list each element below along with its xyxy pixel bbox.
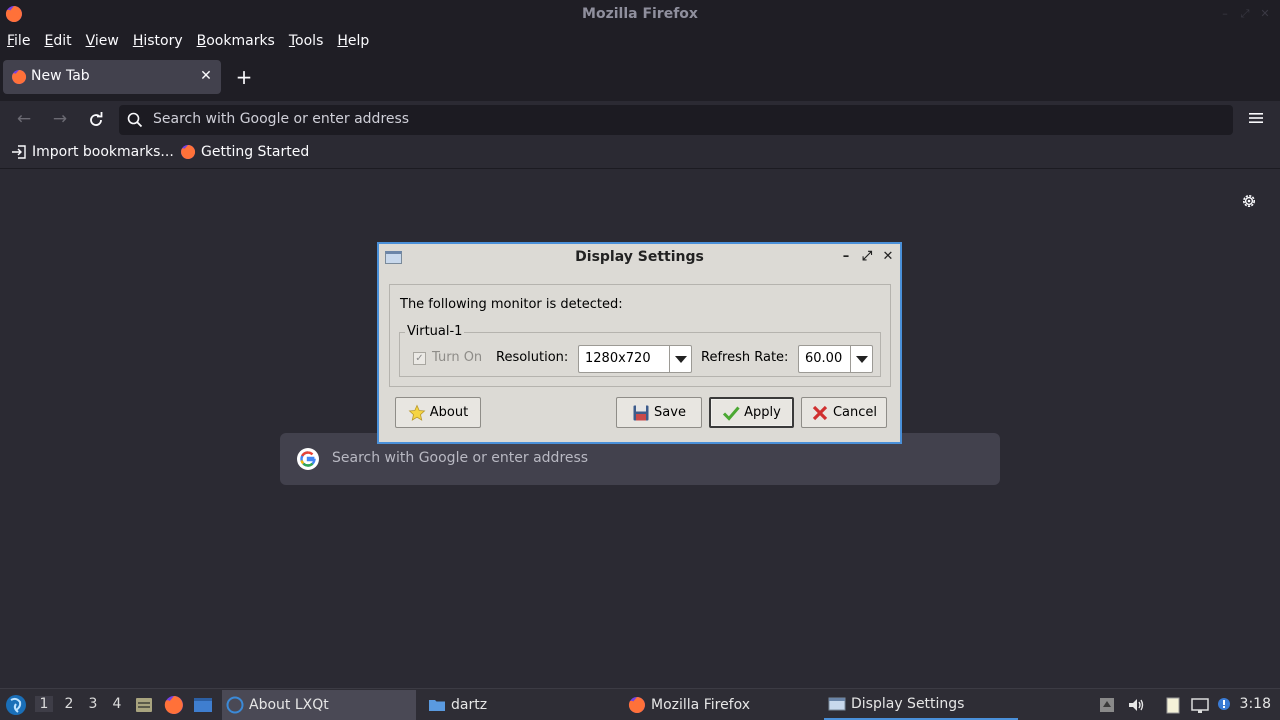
firefox-icon <box>628 697 645 713</box>
url-bar[interactable]: Search with Google or enter address <box>119 105 1233 135</box>
star-icon <box>408 404 426 421</box>
save-button[interactable]: Save <box>616 397 702 428</box>
maximize-icon[interactable]: ⤢ <box>1239 8 1251 20</box>
workspace-3[interactable]: 3 <box>84 696 102 712</box>
refresh-rate-value: 60.00 <box>805 351 843 366</box>
notification-icon[interactable] <box>1216 696 1234 714</box>
menu-history[interactable]: History <box>133 29 183 54</box>
task-about-lxqt[interactable]: About LXQt <box>222 690 416 720</box>
minimize-icon[interactable]: – <box>1219 8 1231 20</box>
firefox-icon <box>12 69 27 84</box>
window-icon <box>828 697 846 711</box>
task-label: Mozilla Firefox <box>651 697 751 713</box>
dialog-maximize-icon[interactable]: ⤢ <box>860 250 874 264</box>
firefox-icon[interactable] <box>164 695 184 715</box>
apply-label: Apply <box>744 405 781 420</box>
cancel-button[interactable]: Cancel <box>801 397 887 428</box>
detected-label: The following monitor is detected: <box>400 297 623 312</box>
menu-help[interactable]: Help <box>337 29 369 54</box>
dialog-titlebar: Display Settings – ⤢ ✕ <box>379 244 900 271</box>
resolution-value: 1280x720 <box>585 351 651 366</box>
tray-arrow-icon[interactable] <box>1098 696 1116 714</box>
tab-new-tab[interactable]: New Tab ✕ <box>3 60 221 94</box>
bookmarks-toolbar: Import bookmarks... Getting Started <box>0 138 1280 169</box>
menu-edit[interactable]: Edit <box>44 29 71 54</box>
task-label: Display Settings <box>851 696 965 712</box>
google-search-input[interactable]: Search with Google or enter address <box>332 450 588 466</box>
file-manager-icon[interactable] <box>134 695 154 715</box>
save-label: Save <box>654 405 686 420</box>
taskbar: 1 2 3 4 About LXQt dartz Mozilla Firefox <box>0 688 1280 720</box>
refresh-rate-select[interactable]: 60.00 <box>798 345 873 373</box>
monitor-name: Virtual-1 <box>405 324 465 339</box>
tab-close-icon[interactable]: ✕ <box>197 67 215 85</box>
menu-bar: File Edit View History Bookmarks Tools H… <box>0 29 1280 54</box>
resolution-select[interactable]: 1280x720 <box>578 345 692 373</box>
window-titlebar: Mozilla Firefox – ⤢ ✕ <box>0 0 1280 29</box>
chevron-down-icon[interactable] <box>669 346 691 372</box>
bookmark-getting-started[interactable]: Getting Started <box>180 144 309 160</box>
reload-icon[interactable] <box>86 110 106 130</box>
hamburger-menu-icon[interactable] <box>1248 110 1264 126</box>
monitor-group: Virtual-1 ✓ Turn On Resolution: 1280x720… <box>399 324 881 377</box>
workspace-2[interactable]: 2 <box>60 696 78 712</box>
dialog-title: Display Settings <box>575 249 704 265</box>
task-dartz[interactable]: dartz <box>424 690 618 720</box>
workspace-1[interactable]: 1 <box>35 696 53 712</box>
menu-bookmarks[interactable]: Bookmarks <box>197 29 275 54</box>
close-icon[interactable]: ✕ <box>1259 8 1271 20</box>
cancel-x-icon <box>812 405 828 420</box>
dialog-close-icon[interactable]: ✕ <box>881 250 895 264</box>
lxqt-icon <box>226 696 244 714</box>
tab-strip: New Tab ✕ + <box>0 54 1280 100</box>
gear-icon[interactable] <box>1240 192 1258 210</box>
clock[interactable]: 3:18 <box>1240 696 1271 712</box>
firefox-icon <box>181 144 196 159</box>
new-tab-button[interactable]: + <box>234 67 254 87</box>
task-display-settings[interactable]: Display Settings <box>824 690 1018 720</box>
tab-label: New Tab <box>31 68 90 84</box>
network-icon[interactable] <box>1191 696 1209 714</box>
turn-on-checkbox[interactable]: ✓ <box>413 352 426 365</box>
dialog-body: The following monitor is detected: Virtu… <box>389 284 891 387</box>
menu-tools[interactable]: Tools <box>289 29 324 54</box>
bookmark-label: Import bookmarks... <box>32 144 174 160</box>
window-title: Mozilla Firefox <box>582 6 698 22</box>
apply-button[interactable]: Apply <box>709 397 794 428</box>
floppy-disk-icon <box>633 405 649 420</box>
cancel-label: Cancel <box>832 405 878 420</box>
volume-icon[interactable] <box>1127 696 1145 714</box>
task-mozilla-firefox[interactable]: Mozilla Firefox <box>624 690 818 720</box>
google-icon <box>297 448 319 470</box>
chevron-down-icon[interactable] <box>850 346 872 372</box>
clipboard-icon[interactable] <box>1164 696 1182 714</box>
about-button[interactable]: About <box>395 397 481 428</box>
checkmark-icon <box>723 406 740 421</box>
resolution-label: Resolution: <box>496 350 569 365</box>
task-label: About LXQt <box>249 697 329 713</box>
lxqt-start-icon[interactable] <box>5 694 27 716</box>
menu-view[interactable]: View <box>86 29 119 54</box>
navigation-bar: ← → Search with Google or enter address <box>0 100 1280 138</box>
search-icon <box>127 112 143 128</box>
workspace-4[interactable]: 4 <box>108 696 126 712</box>
menu-file[interactable]: File <box>7 29 30 54</box>
turn-on-label: Turn On <box>432 350 483 365</box>
bookmark-label: Getting Started <box>201 144 310 160</box>
url-input[interactable]: Search with Google or enter address <box>153 111 409 127</box>
about-label: About <box>429 405 469 420</box>
back-button[interactable]: ← <box>14 109 34 129</box>
refresh-rate-label: Refresh Rate: <box>701 350 789 365</box>
bookmark-import[interactable]: Import bookmarks... <box>11 144 174 160</box>
import-icon <box>12 145 26 159</box>
task-label: dartz <box>451 697 488 713</box>
forward-button[interactable]: → <box>50 109 70 129</box>
dialog-minimize-icon[interactable]: – <box>839 250 853 264</box>
display-settings-dialog: Display Settings – ⤢ ✕ The following mon… <box>377 242 902 444</box>
folder-icon <box>429 700 445 711</box>
desktop-icon[interactable] <box>193 695 213 715</box>
